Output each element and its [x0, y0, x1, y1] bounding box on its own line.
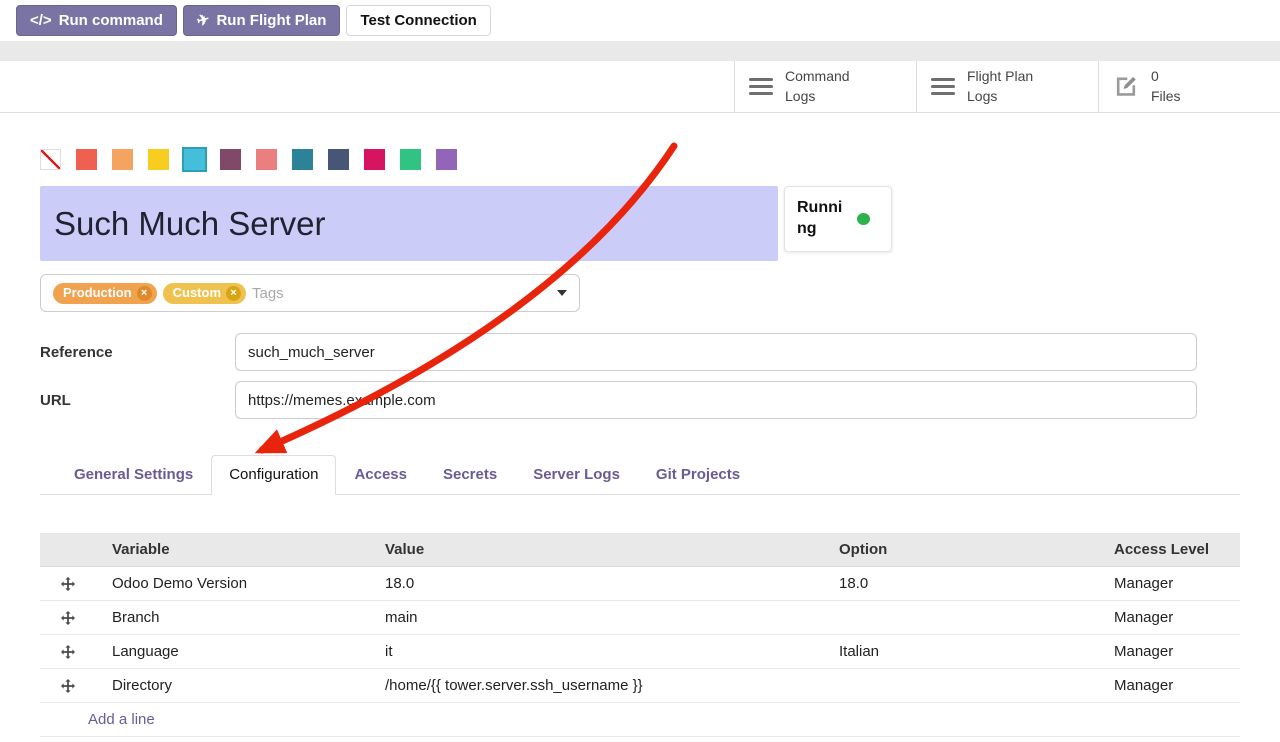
- status-card: Running: [784, 186, 892, 252]
- color-swatch-salmon[interactable]: [256, 149, 277, 170]
- cell-variable[interactable]: Odoo Demo Version: [95, 575, 368, 592]
- color-swatch-teal[interactable]: [292, 149, 313, 170]
- command-logs-button[interactable]: Command Logs: [734, 61, 916, 112]
- reference-label: Reference: [40, 344, 235, 361]
- cell-access-level[interactable]: Manager: [1097, 609, 1240, 626]
- remove-tag-icon[interactable]: ×: [226, 286, 241, 301]
- cell-value[interactable]: main: [368, 609, 822, 626]
- remove-tag-icon[interactable]: ×: [137, 286, 152, 301]
- move-icon: [61, 679, 75, 693]
- col-header-variable[interactable]: Variable: [95, 541, 368, 558]
- run-flight-plan-label: Run Flight Plan: [216, 12, 326, 29]
- color-swatch-dark-blue[interactable]: [328, 149, 349, 170]
- tab-configuration[interactable]: Configuration: [211, 455, 336, 495]
- drag-handle[interactable]: [40, 679, 95, 693]
- color-picker: [40, 149, 1240, 170]
- cell-variable[interactable]: Directory: [95, 677, 368, 694]
- reference-field-row: Reference: [40, 333, 1240, 371]
- cell-access-level[interactable]: Manager: [1097, 643, 1240, 660]
- color-swatch-light-blue[interactable]: [184, 149, 205, 170]
- table-row[interactable]: Directory /home/{{ tower.server.ssh_user…: [40, 669, 1240, 703]
- color-swatch-red[interactable]: [76, 149, 97, 170]
- test-connection-button[interactable]: Test Connection: [346, 5, 490, 36]
- top-toolbar: </> Run command ✈ Run Flight Plan Test C…: [0, 0, 1280, 41]
- edit-icon: [1113, 71, 1139, 102]
- col-header-value[interactable]: Value: [368, 541, 822, 558]
- tab-git-projects[interactable]: Git Projects: [638, 455, 758, 495]
- files-count: 0: [1151, 67, 1181, 87]
- tag-pills: Production × Custom ×: [53, 283, 246, 304]
- color-swatch-orange[interactable]: [112, 149, 133, 170]
- tab-secrets[interactable]: Secrets: [425, 455, 515, 495]
- server-name-input[interactable]: Such Much Server: [40, 186, 778, 261]
- move-icon: [61, 645, 75, 659]
- drag-handle[interactable]: [40, 611, 95, 625]
- reference-input[interactable]: [235, 333, 1197, 371]
- cell-option[interactable]: Italian: [822, 643, 1097, 660]
- drag-handle[interactable]: [40, 577, 95, 591]
- tag-pill-custom[interactable]: Custom ×: [163, 283, 246, 304]
- menu-icon: [931, 74, 955, 99]
- tag-label: Production: [63, 286, 132, 300]
- table-row[interactable]: Language it Italian Manager: [40, 635, 1240, 669]
- cell-value[interactable]: 18.0: [368, 575, 822, 592]
- col-header-option[interactable]: Option: [822, 541, 1097, 558]
- status-label: Running: [797, 198, 849, 240]
- tab-access[interactable]: Access: [336, 455, 425, 495]
- tag-label: Custom: [173, 286, 221, 300]
- table-row[interactable]: Odoo Demo Version 18.0 18.0 Manager: [40, 567, 1240, 601]
- move-icon: [61, 611, 75, 625]
- tab-general-settings[interactable]: General Settings: [56, 455, 211, 495]
- code-icon: </>: [30, 12, 52, 29]
- run-command-button[interactable]: </> Run command: [16, 5, 177, 36]
- drag-handle[interactable]: [40, 645, 95, 659]
- color-swatch-yellow[interactable]: [148, 149, 169, 170]
- color-swatch-green[interactable]: [400, 149, 421, 170]
- table-row[interactable]: Branch main Manager: [40, 601, 1240, 635]
- cell-option[interactable]: 18.0: [822, 575, 1097, 592]
- command-logs-label: Command Logs: [785, 67, 871, 106]
- color-swatch-none[interactable]: [40, 149, 61, 170]
- url-label: URL: [40, 392, 235, 409]
- col-header-access-level[interactable]: Access Level: [1097, 541, 1240, 558]
- files-label: Files: [1151, 87, 1181, 107]
- main-content: Such Much Server Running Production×Cust…: [0, 149, 1280, 737]
- cell-access-level[interactable]: Manager: [1097, 677, 1240, 694]
- cell-variable[interactable]: Language: [95, 643, 368, 660]
- plane-icon: ✈: [195, 11, 212, 31]
- run-command-label: Run command: [59, 12, 163, 29]
- status-dot-green-icon: [857, 213, 870, 225]
- add-line-row: Add a line: [40, 703, 1240, 737]
- move-icon: [61, 577, 75, 591]
- fields: Reference URL: [40, 333, 1240, 419]
- add-line-link[interactable]: Add a line: [88, 711, 155, 728]
- header-row: Command Logs Flight Plan Logs 0 Files: [0, 61, 1280, 113]
- cell-variable[interactable]: Branch: [95, 609, 368, 626]
- run-flight-plan-button[interactable]: ✈ Run Flight Plan: [183, 5, 341, 36]
- color-swatch-magenta[interactable]: [364, 149, 385, 170]
- url-input[interactable]: [235, 381, 1197, 419]
- tags-placeholder: Tags: [252, 285, 284, 302]
- separator-band: [0, 41, 1280, 61]
- cell-access-level[interactable]: Manager: [1097, 575, 1240, 592]
- table-body: Odoo Demo Version 18.0 18.0 Manager Bran…: [40, 567, 1240, 703]
- cell-value[interactable]: /home/{{ tower.server.ssh_username }}: [368, 677, 822, 694]
- table-header-row: Variable Value Option Access Level: [40, 533, 1240, 567]
- cell-value[interactable]: it: [368, 643, 822, 660]
- tab-bar: General SettingsConfigurationAccessSecre…: [40, 455, 1240, 495]
- color-swatch-dark-purple[interactable]: [220, 149, 241, 170]
- tags-input[interactable]: Production × Custom × Tags: [40, 274, 580, 312]
- tab-server-logs[interactable]: Server Logs: [515, 455, 638, 495]
- configuration-table: Variable Value Option Access Level Odoo …: [40, 533, 1240, 737]
- flight-plan-logs-button[interactable]: Flight Plan Logs: [916, 61, 1098, 112]
- color-swatch-purple[interactable]: [436, 149, 457, 170]
- url-field-row: URL: [40, 381, 1240, 419]
- flight-plan-logs-label: Flight Plan Logs: [967, 67, 1053, 106]
- tag-pill-production[interactable]: Production ×: [53, 283, 157, 304]
- name-row: Such Much Server Running: [40, 186, 1240, 261]
- menu-icon: [749, 74, 773, 99]
- dropdown-caret-icon[interactable]: [557, 290, 567, 296]
- files-button[interactable]: 0 Files: [1098, 61, 1280, 112]
